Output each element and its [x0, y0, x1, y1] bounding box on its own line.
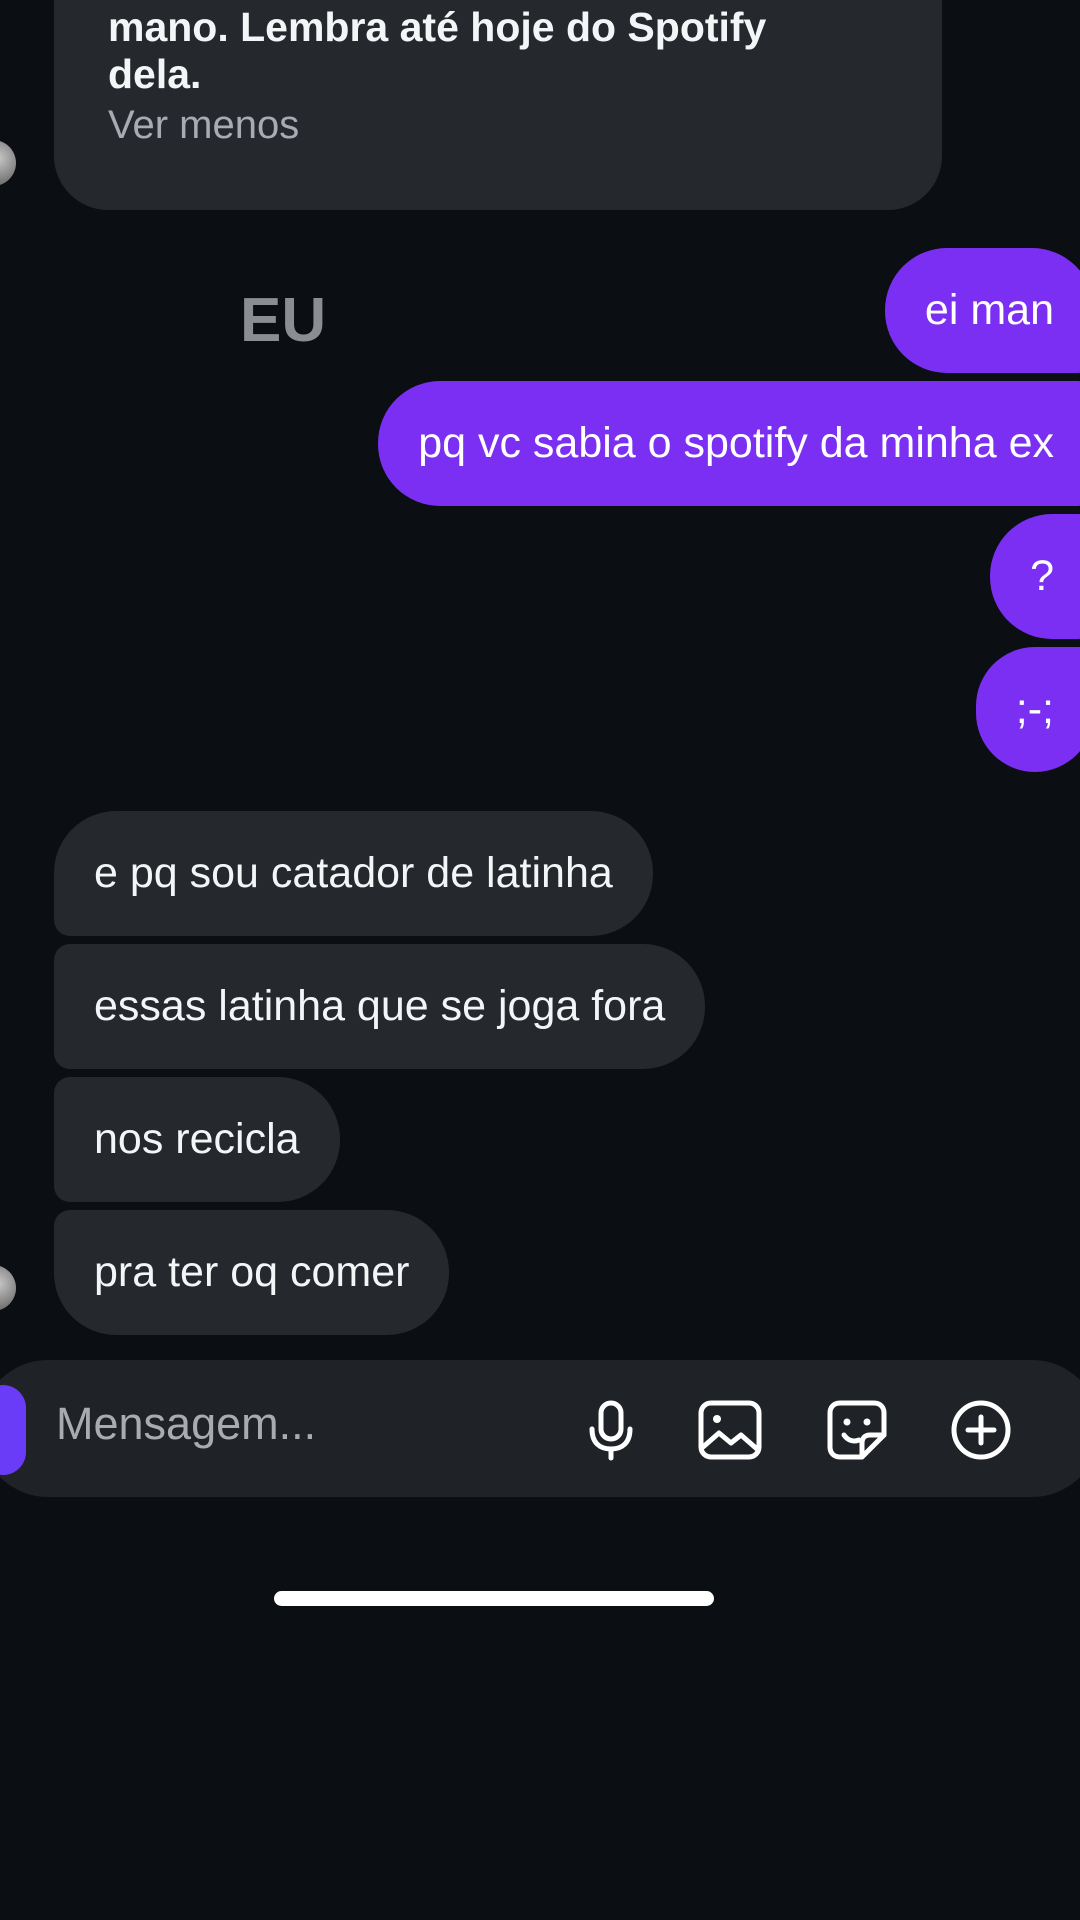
home-indicator [274, 1591, 714, 1606]
sent-message[interactable]: ? [990, 514, 1080, 639]
sent-message[interactable]: ;-; [975, 647, 1080, 772]
long-message-line-1: mano. Lembra até hoje do Spotify [108, 4, 767, 50]
contact-avatar[interactable] [0, 1265, 16, 1311]
sticker-icon[interactable] [822, 1395, 892, 1465]
long-message-line-2: dela. [108, 51, 202, 97]
add-icon[interactable] [946, 1395, 1016, 1465]
received-message[interactable]: pra ter oq comer [54, 1210, 450, 1335]
received-message[interactable]: nos recicla [54, 1077, 340, 1202]
overlay-label: EU [240, 286, 327, 355]
camera-button[interactable] [0, 1385, 26, 1475]
mic-icon[interactable] [576, 1395, 646, 1465]
received-message[interactable]: e pq sou catador de latinha [54, 811, 653, 936]
sent-message[interactable]: ei man [884, 248, 1080, 373]
message-input[interactable]: Mensagem... [56, 1398, 316, 1450]
contact-avatar[interactable] [0, 140, 16, 186]
long-received-message: mano. Lembra até hoje do Spotify dela. V… [54, 0, 942, 210]
see-less-link[interactable]: Ver menos [108, 100, 888, 150]
received-message[interactable]: essas latinha que se joga fora [54, 944, 706, 1069]
gallery-icon[interactable] [695, 1395, 765, 1465]
sent-message[interactable]: pq vc sabia o spotify da minha ex [378, 381, 1080, 506]
